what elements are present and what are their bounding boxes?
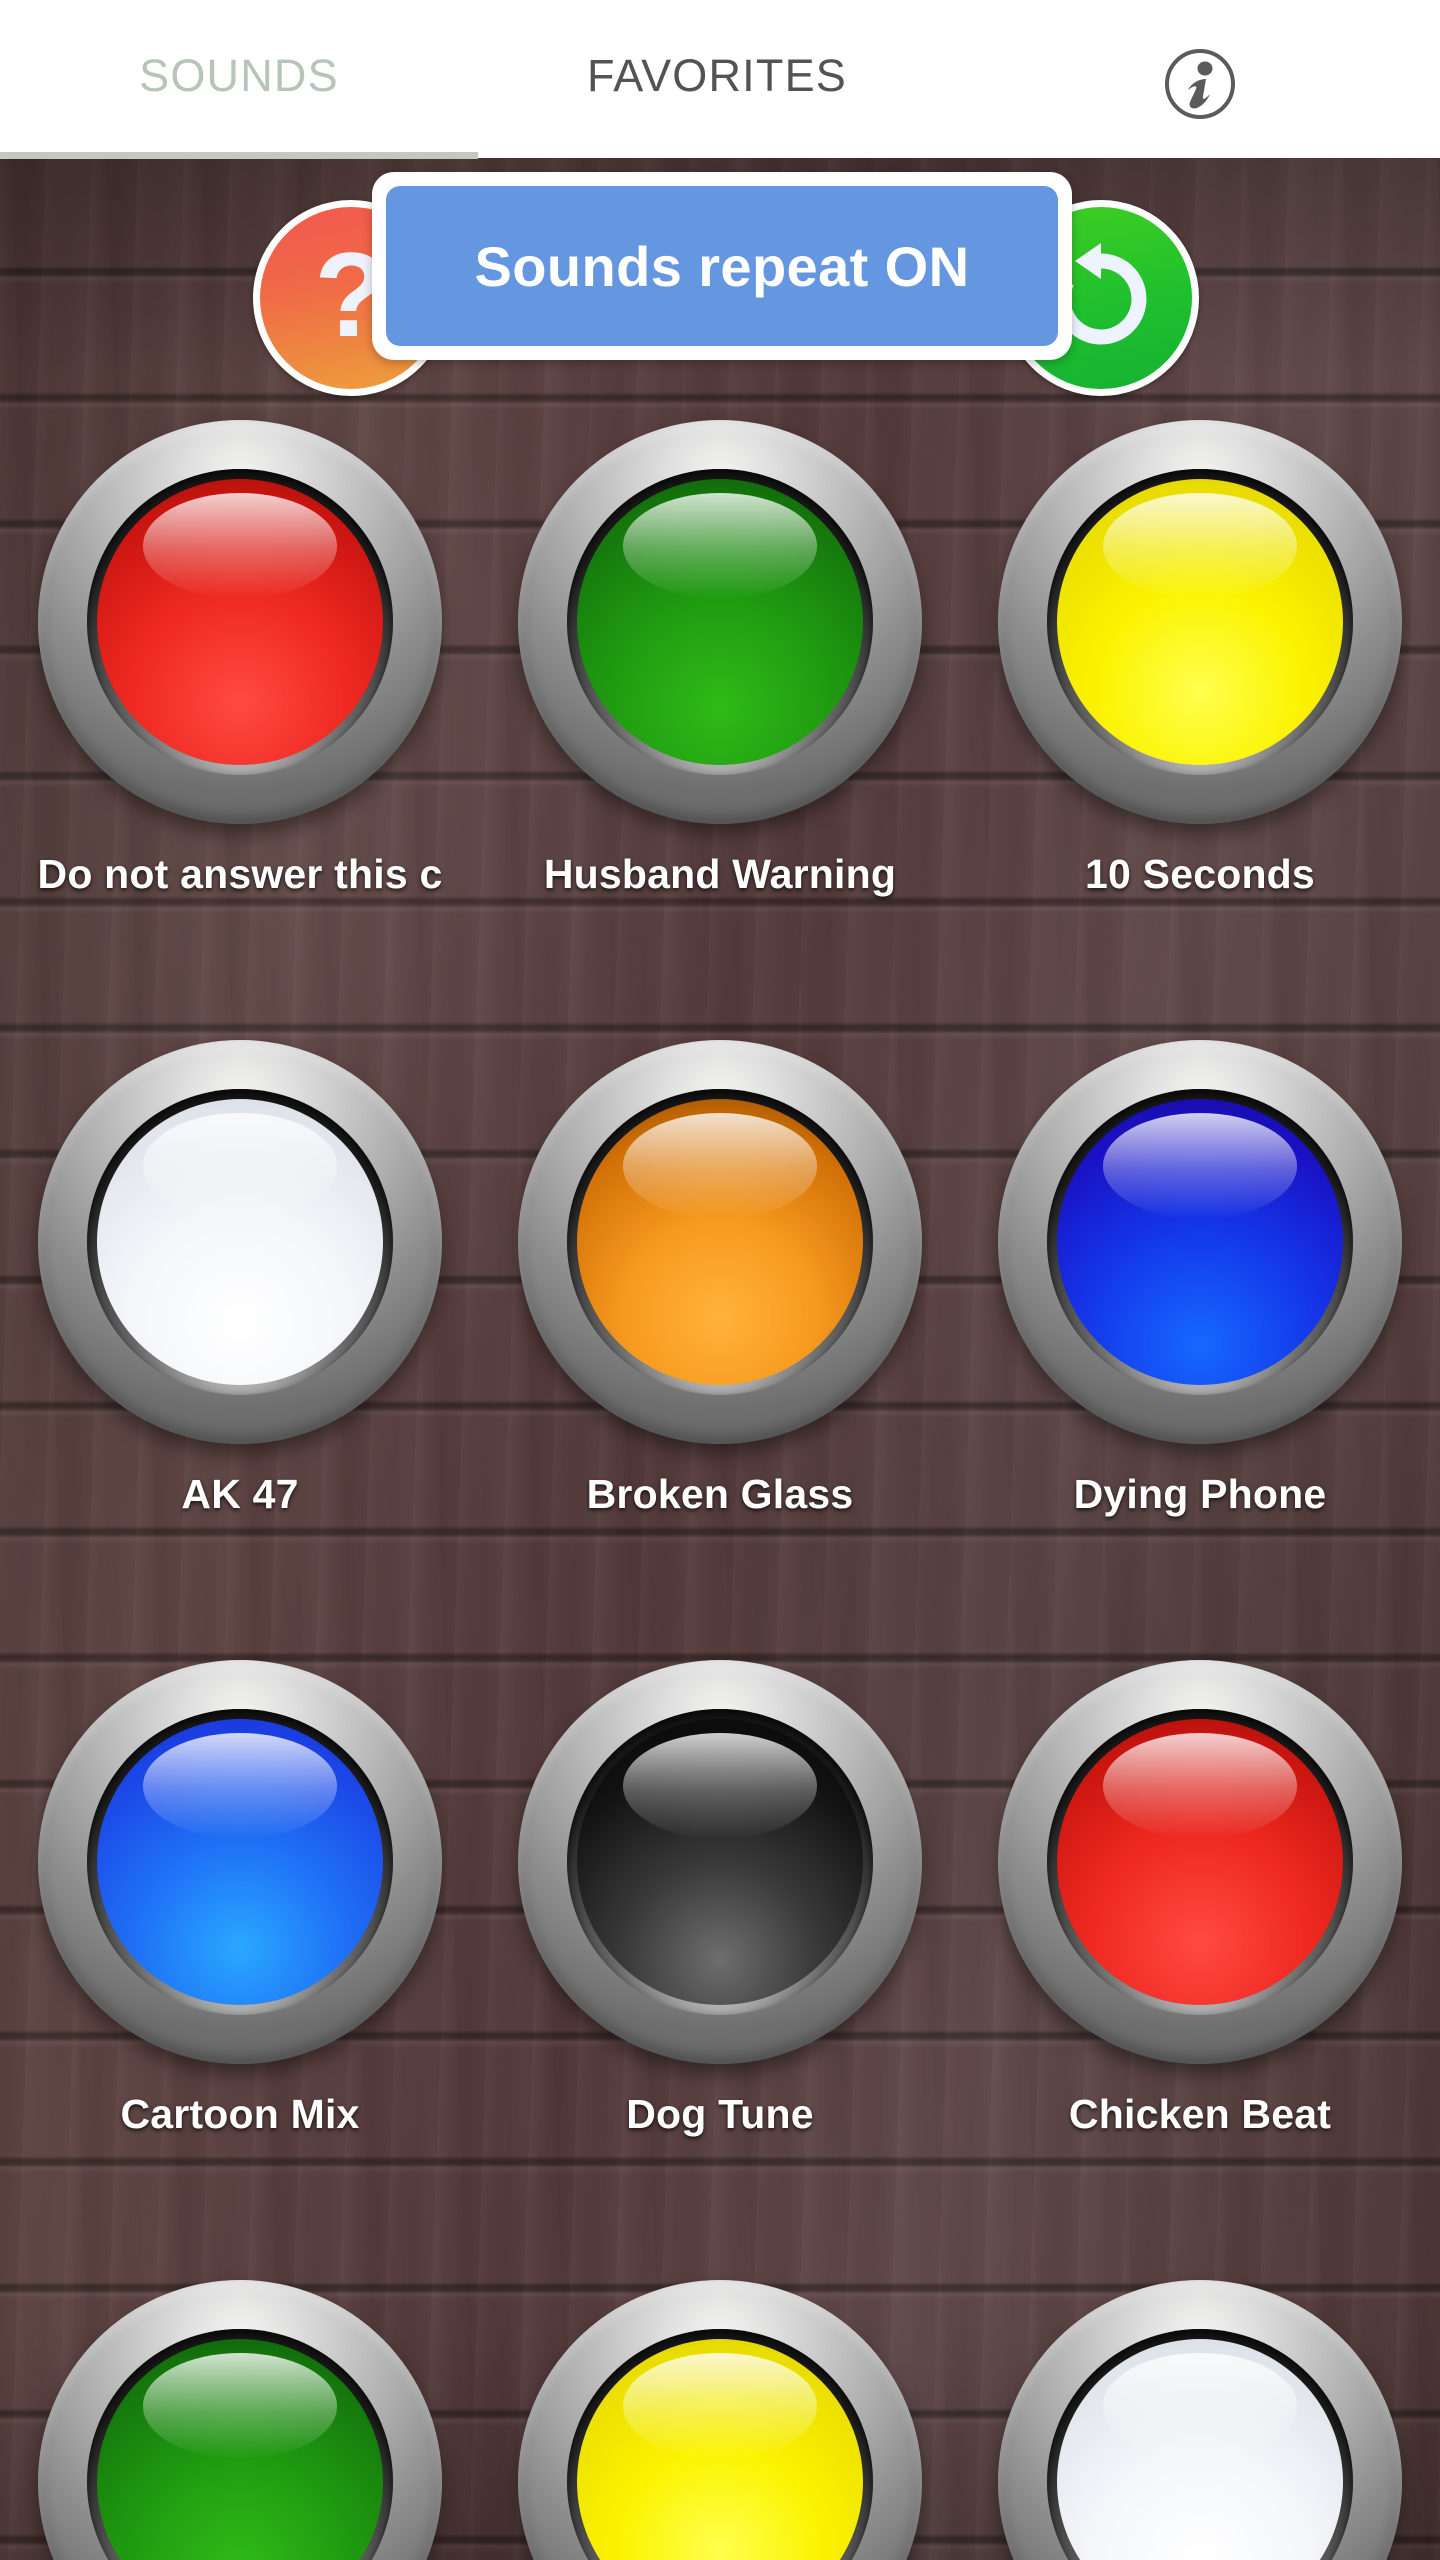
sound-button-cartoon-mix[interactable] — [38, 1660, 442, 2064]
tab-sounds[interactable]: SOUNDS — [0, 0, 478, 152]
sound-button-bezel — [1047, 2329, 1353, 2560]
sound-button-bezel — [1047, 469, 1353, 775]
sound-cell: AK 47 — [0, 1040, 480, 1518]
sound-button-bezel — [87, 1089, 393, 1395]
sound-button-label: Broken Glass — [586, 1471, 854, 1517]
sound-button-bezel — [567, 1709, 873, 2015]
sound-button-dome — [1057, 1719, 1343, 2005]
sound-grid-row — [0, 2280, 1440, 2560]
sound-cell — [0, 2280, 480, 2560]
sound-button-bezel — [1047, 1709, 1353, 2015]
sound-cell: Cartoon Mix — [0, 1660, 480, 2138]
sound-grid: Do not answer this c Husband Warning 10 … — [0, 420, 1440, 2560]
sound-button-bezel — [87, 1709, 393, 2015]
sound-button-row4-1[interactable] — [38, 2280, 442, 2560]
sound-button-ak-47[interactable] — [38, 1040, 442, 1444]
sound-button-label: Husband Warning — [543, 851, 897, 897]
sound-button-label: 10 Seconds — [1085, 851, 1315, 897]
sound-button-bezel — [567, 469, 873, 775]
sound-button-dome — [97, 1099, 383, 1385]
sound-cell: Broken Glass — [480, 1040, 960, 1518]
sound-button-husband-warning[interactable] — [518, 420, 922, 824]
sound-button-dome — [577, 1099, 863, 1385]
sound-button-dog-tune[interactable] — [518, 1660, 922, 2064]
sound-button-broken-glass[interactable] — [518, 1040, 922, 1444]
sound-button-dying-phone[interactable] — [998, 1040, 1402, 1444]
sound-cell: Dying Phone — [960, 1040, 1440, 1518]
tab-sounds-label: SOUNDS — [139, 50, 339, 101]
sound-cell: Husband Warning — [480, 420, 960, 898]
sound-cell: Chicken Beat — [960, 1660, 1440, 2138]
sound-grid-row: AK 47 Broken Glass Dying Phone — [0, 1040, 1440, 1660]
sound-button-label: Chicken Beat — [1068, 2091, 1332, 2137]
sound-button-row4-3[interactable] — [998, 2280, 1402, 2560]
toast-message: Sounds repeat ON — [386, 186, 1058, 346]
toast-container: Sounds repeat ON — [372, 172, 1072, 360]
sound-button-label: Cartoon Mix — [120, 2091, 360, 2137]
sound-button-dome — [1057, 479, 1343, 765]
sound-grid-row: Cartoon Mix Dog Tune Chicken Beat — [0, 1660, 1440, 2280]
tab-favorites-label: FAVORITES — [586, 50, 847, 101]
sound-button-dome — [577, 1719, 863, 2005]
sound-button-do-not-answer-this-c[interactable] — [38, 420, 442, 824]
sound-button-bezel — [87, 469, 393, 775]
tab-active-indicator — [0, 152, 478, 159]
sound-button-label: Do not answer this c — [37, 851, 443, 897]
sound-button-dome — [97, 1719, 383, 2005]
sound-button-10-seconds[interactable] — [998, 420, 1402, 824]
sound-cell: Dog Tune — [480, 1660, 960, 2138]
sound-cell — [480, 2280, 960, 2560]
sound-button-label: AK 47 — [181, 1471, 299, 1517]
soundboard-app: SOUNDS FAVORITES Do not answer this c Hu… — [0, 0, 1440, 2560]
sound-cell: Do not answer this c — [0, 420, 480, 898]
tab-favorites[interactable]: FAVORITES — [478, 0, 956, 152]
sound-button-bezel — [567, 2329, 873, 2560]
sound-grid-row: Do not answer this c Husband Warning 10 … — [0, 420, 1440, 1040]
sound-cell — [960, 2280, 1440, 2560]
sound-button-dome — [97, 479, 383, 765]
sound-button-chicken-beat[interactable] — [998, 1660, 1402, 2064]
sound-button-label: Dying Phone — [1073, 1471, 1327, 1517]
sound-button-label: Dog Tune — [626, 2091, 814, 2137]
sound-button-dome — [1057, 2339, 1343, 2560]
info-circle-icon — [1162, 46, 1238, 122]
sound-button-dome — [1057, 1099, 1343, 1385]
sound-cell: 10 Seconds — [960, 420, 1440, 898]
sound-button-bezel — [87, 2329, 393, 2560]
sound-button-row4-2[interactable] — [518, 2280, 922, 2560]
sound-button-dome — [97, 2339, 383, 2560]
sound-board-background: Do not answer this c Husband Warning 10 … — [0, 158, 1440, 2560]
sound-button-bezel — [1047, 1089, 1353, 1395]
info-button[interactable] — [1162, 46, 1238, 122]
sound-button-bezel — [567, 1089, 873, 1395]
sound-button-dome — [577, 479, 863, 765]
sound-button-dome — [577, 2339, 863, 2560]
tab-bar: SOUNDS FAVORITES — [0, 0, 1440, 159]
